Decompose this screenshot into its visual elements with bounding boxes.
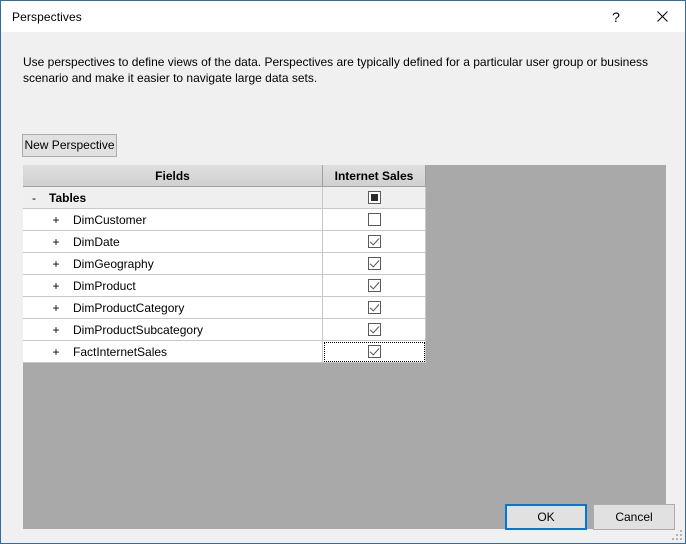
expand-icon[interactable]: + [45, 280, 67, 292]
grid-header-row: Fields Internet Sales [23, 165, 426, 187]
row-internet-sales-cell[interactable] [323, 341, 426, 363]
resize-grip[interactable] [670, 528, 682, 540]
row-fields-cell[interactable]: + DimGeography [23, 253, 323, 275]
question-mark-icon: ? [612, 8, 620, 25]
table-row[interactable]: + DimProductSubcategory [23, 319, 426, 341]
column-header-fields[interactable]: Fields [23, 165, 323, 187]
checkbox-checked[interactable] [367, 235, 381, 248]
expand-icon[interactable]: + [45, 346, 67, 358]
expand-icon[interactable]: + [45, 236, 67, 248]
row-fields-cell[interactable]: + DimCustomer [23, 209, 323, 231]
row-label: DimCustomer [73, 212, 147, 227]
title-bar: Perspectives ? [1, 1, 685, 32]
row-internet-sales-cell[interactable] [323, 319, 426, 341]
row-fields-cell[interactable]: + DimProductCategory [23, 297, 323, 319]
expand-icon[interactable]: + [45, 214, 67, 226]
checkbox-checked[interactable] [367, 323, 381, 336]
table-row[interactable]: + DimDate [23, 231, 426, 253]
dialog-body: Use perspectives to define views of the … [1, 32, 685, 543]
expand-icon[interactable]: + [45, 324, 67, 336]
row-fields-cell[interactable]: + DimProductSubcategory [23, 319, 323, 341]
row-internet-sales-cell[interactable] [323, 209, 426, 231]
row-label: DimProduct [73, 278, 136, 293]
checkbox-checked[interactable] [367, 257, 381, 270]
help-button[interactable]: ? [593, 1, 639, 32]
table-row[interactable]: + DimProductCategory [23, 297, 426, 319]
row-label: FactInternetSales [73, 344, 168, 359]
table-row[interactable]: + DimCustomer [23, 209, 426, 231]
grid-inner: Fields Internet Sales - Tables + DimCustome… [23, 165, 426, 363]
row-fields-cell[interactable]: + FactInternetSales [23, 341, 323, 363]
table-row[interactable]: + FactInternetSales [23, 341, 426, 363]
ok-button[interactable]: OK [505, 504, 587, 530]
row-fields-cell[interactable]: + DimProduct [23, 275, 323, 297]
row-fields-cell[interactable]: + DimDate [23, 231, 323, 253]
checkbox-indeterminate[interactable] [367, 191, 381, 204]
grid-body: - Tables + DimCustomer + DimDate + DimGeography… [23, 187, 426, 363]
checkbox-unchecked[interactable] [367, 213, 381, 226]
new-perspective-button[interactable]: New Perspective [22, 134, 117, 157]
row-fields-cell[interactable]: - Tables [23, 187, 323, 209]
column-header-internet-sales[interactable]: Internet Sales [323, 165, 426, 187]
expand-icon[interactable]: + [45, 302, 67, 314]
row-label: DimGeography [73, 256, 154, 271]
perspectives-dialog: Perspectives ? Use perspectives to defin… [0, 0, 686, 544]
instructions-text: Use perspectives to define views of the … [23, 55, 648, 85]
cancel-button[interactable]: Cancel [593, 504, 675, 530]
row-label: DimProductCategory [73, 300, 185, 315]
row-internet-sales-cell[interactable] [323, 231, 426, 253]
close-button[interactable] [639, 1, 685, 32]
row-internet-sales-cell[interactable] [323, 275, 426, 297]
row-internet-sales-cell[interactable] [323, 297, 426, 319]
expand-icon[interactable]: + [45, 258, 67, 270]
row-label: DimDate [73, 234, 120, 249]
table-row[interactable]: + DimProduct [23, 275, 426, 297]
perspectives-grid[interactable]: Fields Internet Sales - Tables + DimCustome… [23, 165, 666, 529]
row-label: Tables [49, 190, 87, 205]
table-row[interactable]: + DimGeography [23, 253, 426, 275]
window-title: Perspectives [12, 9, 82, 24]
checkbox-checked[interactable] [367, 301, 381, 314]
row-internet-sales-cell[interactable] [323, 253, 426, 275]
row-label: DimProductSubcategory [73, 322, 204, 337]
title-bar-buttons: ? [593, 1, 685, 32]
checkbox-checked[interactable] [367, 345, 381, 358]
row-internet-sales-cell[interactable] [323, 187, 426, 209]
collapse-icon[interactable]: - [23, 192, 45, 204]
close-icon [656, 11, 668, 22]
dialog-footer: OK Cancel [1, 496, 685, 543]
checkbox-checked[interactable] [367, 279, 381, 292]
table-row[interactable]: - Tables [23, 187, 426, 209]
